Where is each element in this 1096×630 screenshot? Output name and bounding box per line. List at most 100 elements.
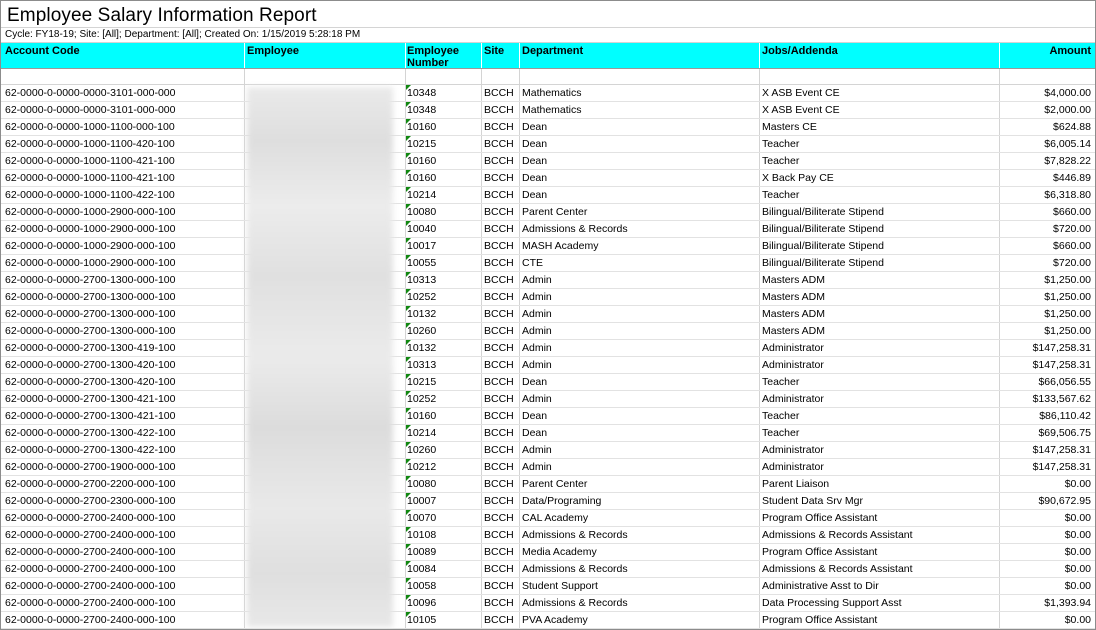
- amount-cell[interactable]: $0.00: [1065, 614, 1091, 626]
- department-cell[interactable]: Admissions & Records: [522, 529, 628, 541]
- header-employee-number[interactable]: Employee Number: [407, 45, 477, 68]
- job-cell[interactable]: Teacher: [762, 427, 799, 439]
- table-row[interactable]: 62-0000-0-0000-0000-3101-000-000 10348 BCC…: [1, 85, 1095, 102]
- job-cell[interactable]: Program Office Assistant: [762, 512, 877, 524]
- amount-cell[interactable]: $720.00: [1053, 223, 1091, 235]
- site-cell[interactable]: BCCH: [484, 444, 514, 456]
- department-cell[interactable]: Admin: [522, 291, 552, 303]
- employee-number-cell[interactable]: 10252: [407, 291, 436, 303]
- department-cell[interactable]: Admissions & Records: [522, 597, 628, 609]
- account-code-cell[interactable]: 62-0000-0-0000-1000-1100-421-100: [5, 172, 175, 184]
- amount-cell[interactable]: $6,318.80: [1044, 189, 1091, 201]
- department-cell[interactable]: Admissions & Records: [522, 563, 628, 575]
- department-cell[interactable]: Admin: [522, 461, 552, 473]
- employee-number-cell[interactable]: 10105: [407, 614, 436, 626]
- site-cell[interactable]: BCCH: [484, 427, 514, 439]
- site-cell[interactable]: BCCH: [484, 563, 514, 575]
- department-cell[interactable]: Parent Center: [522, 206, 587, 218]
- site-cell[interactable]: BCCH: [484, 291, 514, 303]
- site-cell[interactable]: BCCH: [484, 138, 514, 150]
- department-cell[interactable]: Dean: [522, 410, 547, 422]
- employee-number-cell[interactable]: 10215: [407, 376, 436, 388]
- department-cell[interactable]: Admissions & Records: [522, 223, 628, 235]
- site-cell[interactable]: BCCH: [484, 189, 514, 201]
- department-cell[interactable]: Admin: [522, 359, 552, 371]
- site-cell[interactable]: BCCH: [484, 410, 514, 422]
- site-cell[interactable]: BCCH: [484, 512, 514, 524]
- table-row[interactable]: 62-0000-0-0000-2700-2400-000-100 10096 BCC…: [1, 595, 1095, 612]
- account-code-cell[interactable]: 62-0000-0-0000-2700-1300-421-100: [5, 410, 175, 422]
- job-cell[interactable]: Admissions & Records Assistant: [762, 563, 913, 575]
- table-row[interactable]: 62-0000-0-0000-2700-2400-000-100 10089 BCC…: [1, 544, 1095, 561]
- site-cell[interactable]: BCCH: [484, 308, 514, 320]
- table-row[interactable]: 62-0000-0-0000-1000-1100-421-100 10160 BCC…: [1, 153, 1095, 170]
- table-row[interactable]: 62-0000-0-0000-2700-1300-422-100 10260 BCC…: [1, 442, 1095, 459]
- header-department[interactable]: Department: [522, 45, 583, 57]
- department-cell[interactable]: Dean: [522, 376, 547, 388]
- table-row[interactable]: 62-0000-0-0000-1000-2900-000-100 10080 BCC…: [1, 204, 1095, 221]
- job-cell[interactable]: Bilingual/Biliterate Stipend: [762, 257, 884, 269]
- account-code-cell[interactable]: 62-0000-0-0000-2700-2400-000-100: [5, 546, 175, 558]
- account-code-cell[interactable]: 62-0000-0-0000-1000-1100-420-100: [5, 138, 175, 150]
- site-cell[interactable]: BCCH: [484, 325, 514, 337]
- table-row[interactable]: 62-0000-0-0000-2700-2200-000-100 10080 BCC…: [1, 476, 1095, 493]
- department-cell[interactable]: Dean: [522, 427, 547, 439]
- account-code-cell[interactable]: 62-0000-0-0000-2700-2400-000-100: [5, 563, 175, 575]
- job-cell[interactable]: Masters ADM: [762, 308, 825, 320]
- department-cell[interactable]: Mathematics: [522, 104, 582, 116]
- employee-number-cell[interactable]: 10214: [407, 427, 436, 439]
- job-cell[interactable]: Administrator: [762, 393, 824, 405]
- amount-cell[interactable]: $2,000.00: [1044, 104, 1091, 116]
- department-cell[interactable]: CAL Academy: [522, 512, 588, 524]
- amount-cell[interactable]: $1,250.00: [1044, 274, 1091, 286]
- amount-cell[interactable]: $1,250.00: [1044, 308, 1091, 320]
- table-row[interactable]: 62-0000-0-0000-0000-3101-000-000 10348 BCC…: [1, 102, 1095, 119]
- site-cell[interactable]: BCCH: [484, 342, 514, 354]
- site-cell[interactable]: BCCH: [484, 597, 514, 609]
- employee-number-cell[interactable]: 10080: [407, 206, 436, 218]
- account-code-cell[interactable]: 62-0000-0-0000-2700-1300-422-100: [5, 444, 175, 456]
- employee-number-cell[interactable]: 10108: [407, 529, 436, 541]
- job-cell[interactable]: Bilingual/Biliterate Stipend: [762, 223, 884, 235]
- amount-cell[interactable]: $69,506.75: [1038, 427, 1091, 439]
- site-cell[interactable]: BCCH: [484, 495, 514, 507]
- department-cell[interactable]: CTE: [522, 257, 543, 269]
- amount-cell[interactable]: $86,110.42: [1039, 410, 1091, 422]
- account-code-cell[interactable]: 62-0000-0-0000-1000-2900-000-100: [5, 206, 175, 218]
- department-cell[interactable]: Data/Programing: [522, 495, 601, 507]
- account-code-cell[interactable]: 62-0000-0-0000-1000-1100-422-100: [5, 189, 175, 201]
- account-code-cell[interactable]: 62-0000-0-0000-1000-2900-000-100: [5, 257, 175, 269]
- employee-number-cell[interactable]: 10160: [407, 121, 436, 133]
- site-cell[interactable]: BCCH: [484, 393, 514, 405]
- site-cell[interactable]: BCCH: [484, 546, 514, 558]
- account-code-cell[interactable]: 62-0000-0-0000-2700-2400-000-100: [5, 597, 175, 609]
- table-row[interactable]: 62-0000-0-0000-2700-2400-000-100 10105 BCC…: [1, 612, 1095, 629]
- amount-cell[interactable]: $0.00: [1065, 580, 1091, 592]
- department-cell[interactable]: MASH Academy: [522, 240, 598, 252]
- department-cell[interactable]: Dean: [522, 172, 547, 184]
- employee-number-cell[interactable]: 10215: [407, 138, 436, 150]
- account-code-cell[interactable]: 62-0000-0-0000-0000-3101-000-000: [5, 104, 175, 116]
- employee-number-cell[interactable]: 10132: [407, 342, 436, 354]
- site-cell[interactable]: BCCH: [484, 155, 514, 167]
- job-cell[interactable]: Administrator: [762, 461, 824, 473]
- account-code-cell[interactable]: 62-0000-0-0000-2700-2200-000-100: [5, 478, 175, 490]
- amount-cell[interactable]: $624.88: [1053, 121, 1091, 133]
- table-row[interactable]: 62-0000-0-0000-1000-2900-000-100 10055 BCC…: [1, 255, 1095, 272]
- amount-cell[interactable]: $446.89: [1053, 172, 1091, 184]
- department-cell[interactable]: Admin: [522, 308, 552, 320]
- table-row[interactable]: 62-0000-0-0000-2700-1300-000-100 10260 BCC…: [1, 323, 1095, 340]
- site-cell[interactable]: BCCH: [484, 172, 514, 184]
- account-code-cell[interactable]: 62-0000-0-0000-2700-1300-419-100: [5, 342, 175, 354]
- job-cell[interactable]: Administrator: [762, 444, 824, 456]
- table-row[interactable]: 62-0000-0-0000-1000-1100-422-100 10214 BCC…: [1, 187, 1095, 204]
- employee-number-cell[interactable]: 10160: [407, 155, 436, 167]
- employee-number-cell[interactable]: 10058: [407, 580, 436, 592]
- department-cell[interactable]: Dean: [522, 121, 547, 133]
- table-row[interactable]: 62-0000-0-0000-1000-1100-420-100 10215 BCC…: [1, 136, 1095, 153]
- job-cell[interactable]: Administrator: [762, 342, 824, 354]
- account-code-cell[interactable]: 62-0000-0-0000-1000-2900-000-100: [5, 240, 175, 252]
- account-code-cell[interactable]: 62-0000-0-0000-1000-1100-421-100: [5, 155, 175, 167]
- table-row[interactable]: 62-0000-0-0000-2700-1300-422-100 10214 BCC…: [1, 425, 1095, 442]
- table-row[interactable]: 62-0000-0-0000-2700-1300-000-100 10252 BCC…: [1, 289, 1095, 306]
